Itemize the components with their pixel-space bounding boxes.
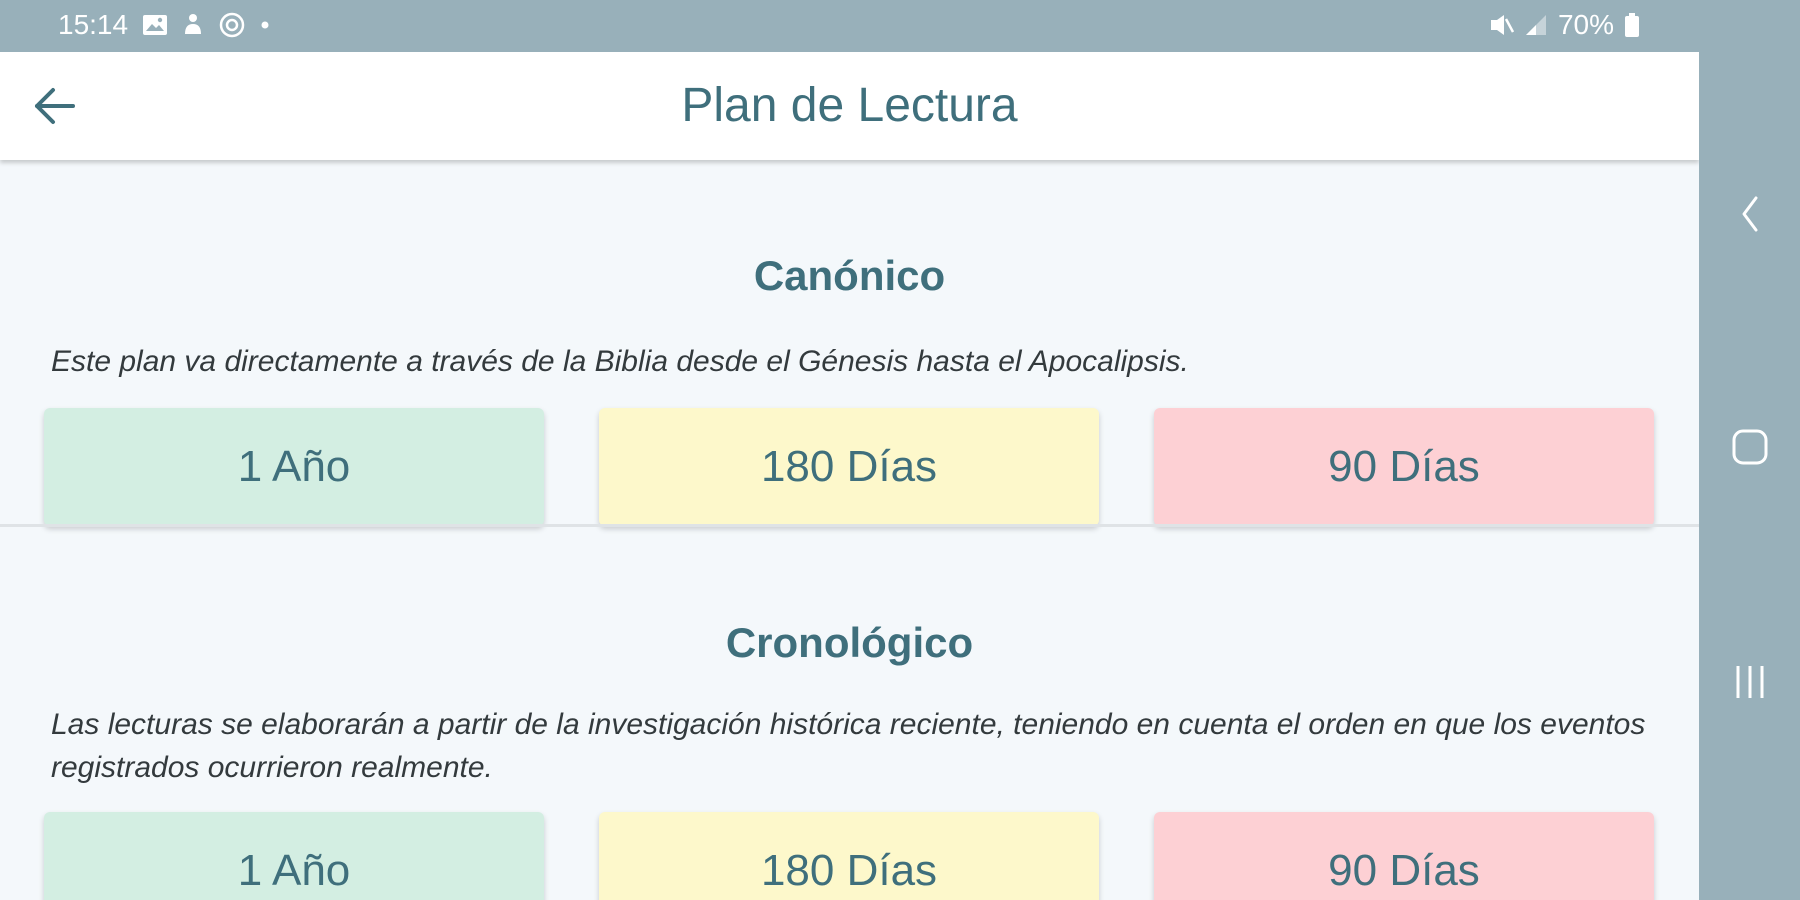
option-label: 180 Días	[760, 442, 938, 491]
back-nav-icon	[1742, 196, 1757, 232]
mute-icon	[1488, 12, 1514, 38]
section-title: Cronológico	[725, 619, 974, 666]
section-title: Canónico	[753, 252, 946, 299]
recents-nav-icon	[1736, 666, 1763, 698]
app-content: Plan de Lectura Canónico Este plan va di…	[0, 52, 1699, 900]
option-180-days-button[interactable]: 180 Días	[599, 408, 1099, 526]
nav-recents-button[interactable]	[1699, 647, 1800, 717]
dot-icon	[260, 20, 270, 30]
back-button[interactable]	[22, 78, 86, 134]
signal-icon	[1524, 13, 1548, 37]
page-title: Plan de Lectura	[681, 79, 1018, 132]
option-label: 90 Días	[1328, 846, 1480, 895]
option-label: 90 Días	[1328, 442, 1480, 491]
home-nav-icon	[1732, 429, 1767, 465]
app-bar: Plan de Lectura	[0, 52, 1699, 160]
option-label: 1 Año	[237, 442, 351, 491]
image-icon	[142, 13, 168, 37]
battery-percentage: 70%	[1557, 9, 1614, 40]
notification-icon	[182, 12, 204, 38]
plan-section-canonico: Canónico Este plan va directamente a tra…	[0, 160, 1699, 526]
device-screen: 15:14 70% Plan de Lectura Canónico Este …	[0, 0, 1800, 900]
option-90-days-button[interactable]: 90 Días	[1154, 812, 1654, 900]
battery-icon	[1624, 12, 1640, 38]
option-1-year-button[interactable]: 1 Año	[44, 408, 544, 526]
option-90-days-button[interactable]: 90 Días	[1154, 408, 1654, 526]
option-label: 180 Días	[760, 846, 938, 895]
section-description: Este plan va directamente a través de la…	[51, 345, 1189, 378]
status-left: 15:14	[58, 9, 270, 41]
status-right: 70%	[1488, 9, 1640, 41]
navigation-bar	[1699, 52, 1800, 900]
at-sign-icon	[218, 11, 246, 39]
section-description: Las lecturas se elaborarán a partir de l…	[51, 708, 1646, 784]
status-bar: 15:14 70%	[0, 0, 1800, 52]
nav-home-button[interactable]	[1699, 412, 1800, 482]
option-1-year-button[interactable]: 1 Año	[44, 812, 544, 900]
plan-section-cronologico: Cronológico Las lecturas se elaborarán a…	[0, 527, 1699, 900]
arrow-left-icon	[35, 88, 75, 124]
option-label: 1 Año	[237, 846, 351, 895]
option-180-days-button[interactable]: 180 Días	[599, 812, 1099, 900]
nav-back-button[interactable]	[1699, 179, 1800, 249]
status-time: 15:14	[58, 9, 129, 40]
